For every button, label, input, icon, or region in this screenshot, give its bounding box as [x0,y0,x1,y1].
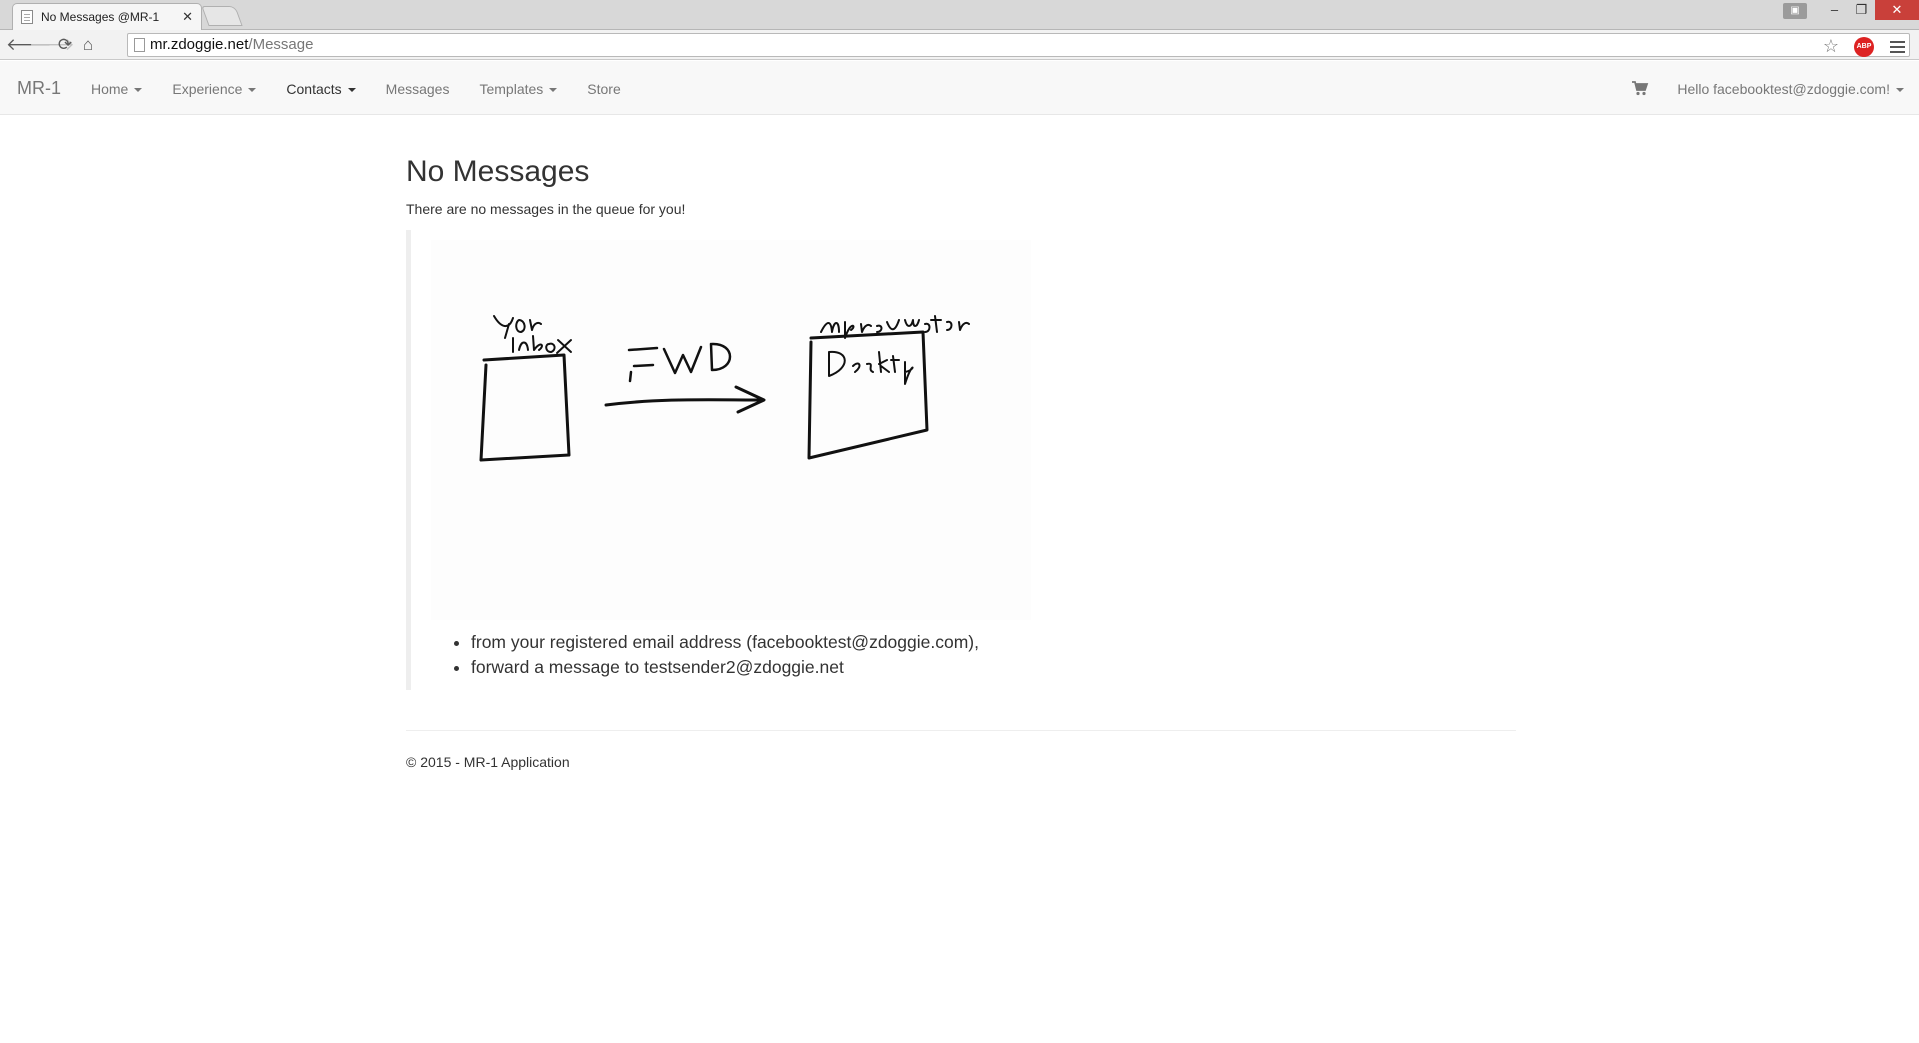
nav-item-label: Store [587,81,621,97]
adblock-plus-icon[interactable]: ABP [1854,37,1874,57]
browser-tab-strip: No Messages @MR-1 ✕ ▣ – ❐ ✕ [0,0,1919,30]
nav-item-templates[interactable]: Templates [464,61,572,115]
brand-link[interactable]: MR-1 [17,61,61,115]
nav-item-label: Templates [479,81,544,97]
restore-icon[interactable]: ❐ [1848,0,1875,20]
footer-text: © 2015 - MR-1 Application [406,754,570,770]
caret-down-icon [347,88,356,93]
nav-item-contacts[interactable]: Contacts [271,61,370,115]
bookmark-star-icon[interactable]: ☆ [1823,35,1839,57]
shopping-cart-icon[interactable] [1631,80,1649,96]
list-item: forward a message to testsender2@zdoggie… [471,655,1496,680]
profile-icon[interactable]: ▣ [1783,3,1807,19]
instructions-blockquote: from your registered email address (face… [406,230,1516,690]
back-arrow-icon[interactable]: 🡐 [6,34,52,56]
nav-item-label: Messages [385,81,450,97]
nav-item-label: Contacts [286,81,342,97]
nav-item-label: Experience [172,81,243,97]
nav-item-store[interactable]: Store [572,61,635,115]
forward-arrow-icon[interactable]: 🡒 [29,34,75,56]
browser-tab[interactable]: No Messages @MR-1 ✕ [12,3,202,30]
caret-down-icon [134,88,143,93]
browser-toolbar: 🡐 🡒 ⟳ ⌂ mr.zdoggie.net/Message ☆ ABP [0,30,1919,60]
page-icon [134,38,145,52]
new-tab-button[interactable] [201,6,243,26]
instructions-list: from your registered email address (face… [471,630,1496,680]
nav-item-messages[interactable]: Messages [371,61,465,115]
caret-down-icon [1896,88,1904,93]
page-title: No Messages [406,155,590,188]
url-path: /Message [248,36,314,53]
lead-text: There are no messages in the queue for y… [406,201,686,217]
chrome-menu-icon[interactable] [1890,41,1905,43]
page-favicon-icon [21,10,33,24]
caret-down-icon [549,88,558,93]
address-bar[interactable]: mr.zdoggie.net/Message ☆ ABP [127,33,1910,57]
main-content: No Messages There are no messages in the… [406,115,1516,770]
minimize-icon[interactable]: – [1821,0,1848,20]
user-menu[interactable]: Hello facebooktest@zdoggie.com! [1677,61,1904,115]
url-host: mr.zdoggie.net [150,36,249,53]
home-icon[interactable]: ⌂ [77,34,99,56]
caret-down-icon [248,88,257,93]
list-item: from your registered email address (face… [471,630,1496,655]
user-greeting: Hello facebooktest@zdoggie.com! [1677,81,1890,97]
site-navbar: MR-1 Home Experience Contacts Messages T… [0,61,1919,115]
close-window-icon[interactable]: ✕ [1875,0,1919,20]
reload-icon[interactable]: ⟳ [54,34,76,56]
tab-title: No Messages @MR-1 [41,10,160,24]
nav-item-label: Home [91,81,129,97]
tab-close-icon[interactable]: ✕ [182,9,193,25]
forwarding-sketch-image [431,240,1031,620]
nav-item-home[interactable]: Home [76,61,157,115]
footer-divider [406,730,1516,731]
nav-links: Home Experience Contacts Messages Templa… [76,61,636,115]
window-controls: ▣ – ❐ ✕ [1783,0,1919,22]
nav-item-experience[interactable]: Experience [157,61,271,115]
